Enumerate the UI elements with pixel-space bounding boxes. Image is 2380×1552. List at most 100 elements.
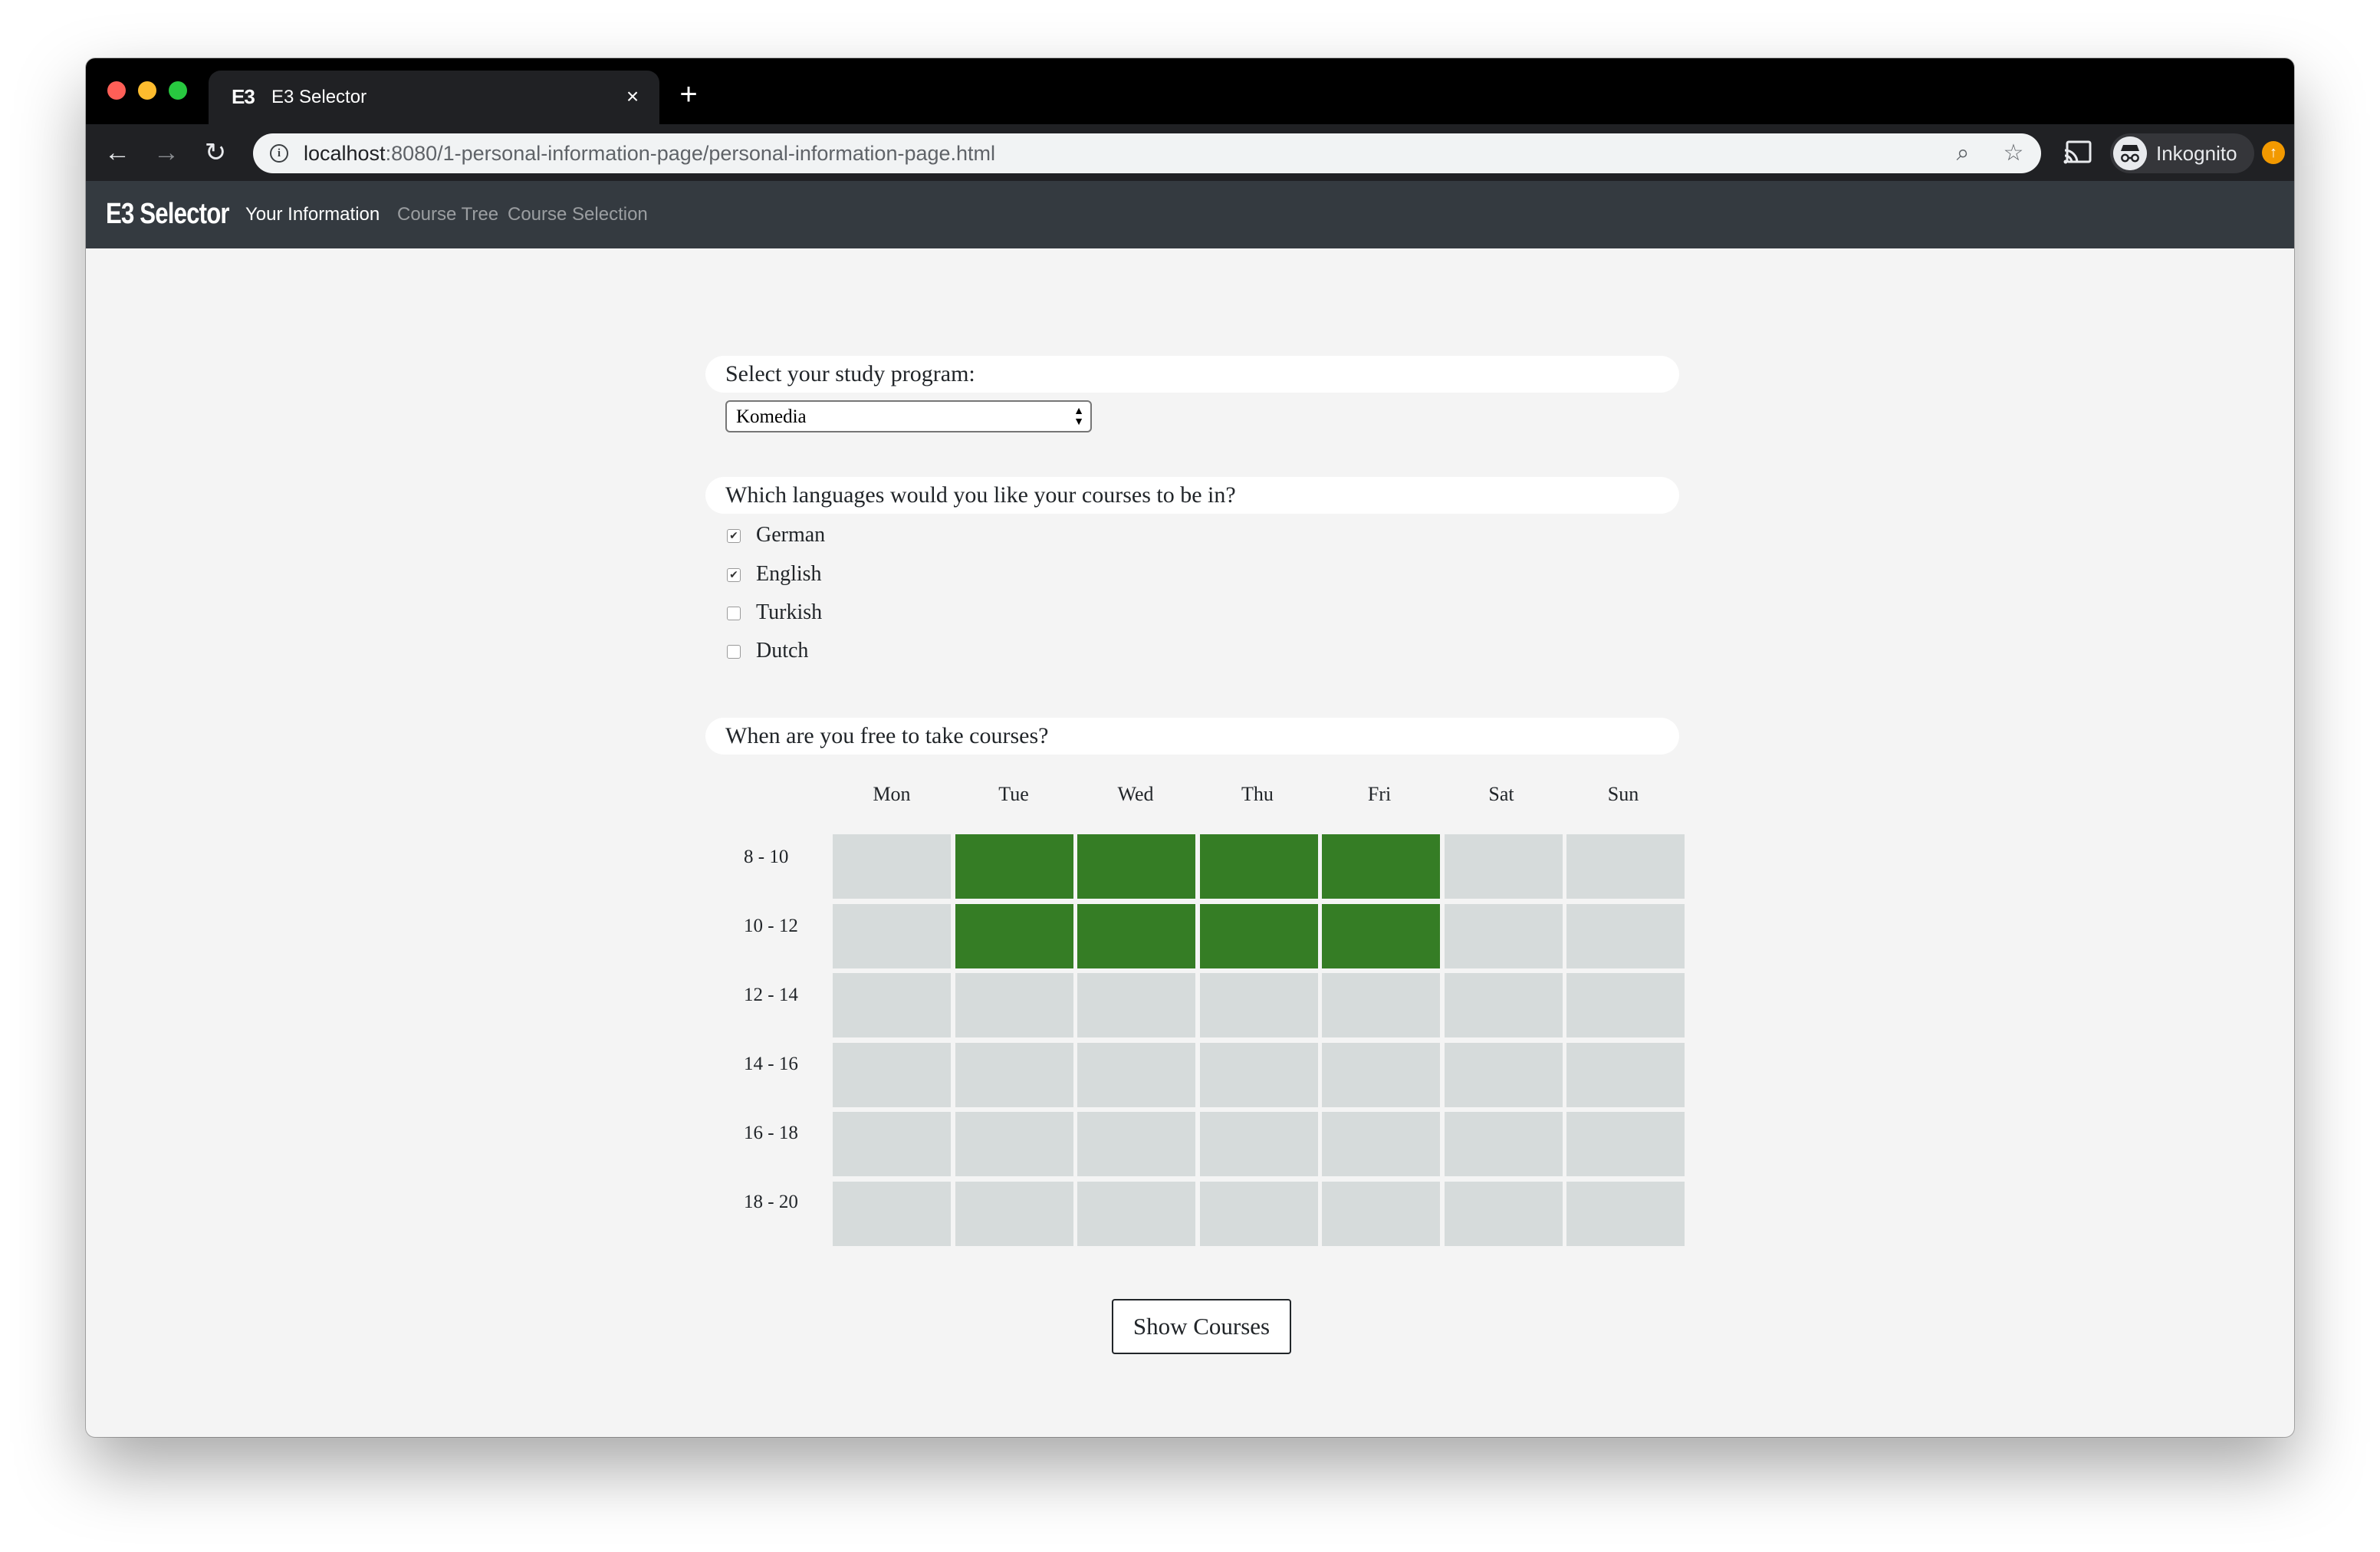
main-content: Select your study program: Komedia ▲ ▼ Wh… [86,248,2294,1437]
profile-label: Inkognito [2156,142,2237,165]
tab-strip: E3 E3 Selector × + [86,58,2294,124]
availability-cell[interactable] [833,973,951,1037]
availability-cell[interactable] [1200,1043,1318,1107]
availability-cell[interactable] [1445,904,1563,968]
availability-cell[interactable] [1077,904,1195,968]
address-bar[interactable]: i localhost:8080/1-personal-information-… [253,133,2041,173]
availability-cell[interactable] [1077,834,1195,899]
browser-window: E3 E3 Selector × + ← → ↻ i localhost:808… [86,58,2294,1437]
availability-cell[interactable] [1566,1043,1685,1107]
availability-cell[interactable] [1077,1112,1195,1176]
nav-link-course-selection[interactable]: Course Selection [508,201,648,229]
incognito-icon [2113,136,2147,170]
availability-cell[interactable] [1322,973,1440,1037]
availability-cell[interactable] [955,973,1073,1037]
availability-cell[interactable] [1566,1182,1685,1246]
show-courses-button[interactable]: Show Courses [1112,1299,1291,1354]
availability-cell[interactable] [1322,1112,1440,1176]
day-header: Fri [1367,783,1392,805]
languages-question: Which languages would you like your cour… [725,482,1236,508]
day-header: Thu [1241,783,1274,805]
availability-cell[interactable] [1322,904,1440,968]
language-label[interactable]: German [756,521,825,549]
availability-cell[interactable] [1445,1182,1563,1246]
day-header: Sun [1607,783,1639,805]
cast-icon[interactable] [2063,140,2093,166]
language-label[interactable]: Dutch [756,637,808,665]
availability-cell[interactable] [1445,1043,1563,1107]
url-path: :8080/1-personal-information-page/person… [385,142,996,165]
availability-cell[interactable] [1322,1182,1440,1246]
language-checkbox[interactable]: ✔ [727,568,741,582]
availability-cell[interactable] [833,1043,951,1107]
day-header: Tue [998,783,1029,805]
profile-button[interactable]: Inkognito [2110,133,2254,173]
url-text[interactable]: localhost:8080/1-personal-information-pa… [304,141,995,166]
close-tab-icon[interactable]: × [620,84,646,110]
bookmark-star-icon[interactable]: ☆ [2000,140,2027,167]
availability-cell[interactable] [1077,973,1195,1037]
availability-cell[interactable] [1566,1112,1685,1176]
study-program-question: Select your study program: [725,361,975,386]
maximize-window-button[interactable] [169,81,187,100]
site-info-icon[interactable]: i [270,144,288,163]
availability-cell[interactable] [1077,1182,1195,1246]
availability-cell[interactable] [833,834,951,899]
language-checkbox[interactable] [727,607,741,620]
reload-button[interactable]: ↻ [198,135,233,170]
study-program-select[interactable]: Komedia ▲ ▼ [725,400,1092,432]
study-program-value: Komedia [736,406,807,427]
browser-tab[interactable]: E3 E3 Selector × [209,71,659,124]
nav-link-your-information[interactable]: Your Information [245,201,380,229]
browser-toolbar: ← → ↻ i localhost:8080/1-personal-inform… [86,124,2294,181]
day-header: Wed [1117,783,1154,805]
url-host: localhost [304,142,386,165]
time-slot-label: 18 - 20 [744,1192,798,1212]
close-window-button[interactable] [107,81,126,100]
availability-cell[interactable] [833,904,951,968]
time-slot-label: 8 - 10 [744,847,789,867]
language-label[interactable]: English [756,561,822,588]
zoom-icon[interactable]: ⌕ [1949,140,1977,167]
availability-cell[interactable] [1200,973,1318,1037]
brand-logo[interactable]: E3 Selector [106,195,230,233]
availability-cell[interactable] [1322,1043,1440,1107]
availability-cell[interactable] [1566,973,1685,1037]
availability-cell[interactable] [1200,904,1318,968]
availability-cell[interactable] [955,1112,1073,1176]
minimize-window-button[interactable] [138,81,156,100]
new-tab-button[interactable]: + [673,79,704,110]
back-button[interactable]: ← [100,135,135,170]
day-header: Sat [1488,783,1514,805]
availability-cell[interactable] [1566,904,1685,968]
availability-cell[interactable] [1200,1112,1318,1176]
availability-question: When are you free to take courses? [725,723,1049,748]
time-slot-label: 14 - 16 [744,1054,798,1074]
language-checkbox[interactable] [727,645,741,659]
availability-cell[interactable] [955,834,1073,899]
availability-cell[interactable] [955,1043,1073,1107]
day-header: Mon [873,783,911,805]
time-slot-label: 12 - 14 [744,985,798,1005]
availability-cell[interactable] [1566,834,1685,899]
language-label[interactable]: Turkish [756,599,822,626]
availability-cell[interactable] [833,1182,951,1246]
tab-title: E3 Selector [271,87,367,107]
nav-link-course-tree[interactable]: Course Tree [397,201,498,229]
availability-cell[interactable] [1200,1182,1318,1246]
update-icon[interactable]: ↑ [2262,141,2285,164]
availability-cell[interactable] [955,1182,1073,1246]
study-program-heading: Select your study program: [705,356,1679,393]
availability-cell[interactable] [1322,834,1440,899]
favicon-icon: E3 [232,85,255,108]
availability-cell[interactable] [1445,973,1563,1037]
availability-cell[interactable] [955,904,1073,968]
availability-cell[interactable] [1200,834,1318,899]
availability-cell[interactable] [1445,834,1563,899]
forward-button[interactable]: → [149,135,184,170]
availability-cell[interactable] [1445,1112,1563,1176]
availability-cell[interactable] [1077,1043,1195,1107]
availability-cell[interactable] [833,1112,951,1176]
availability-heading: When are you free to take courses? [705,718,1679,755]
language-checkbox[interactable]: ✔ [727,529,741,543]
